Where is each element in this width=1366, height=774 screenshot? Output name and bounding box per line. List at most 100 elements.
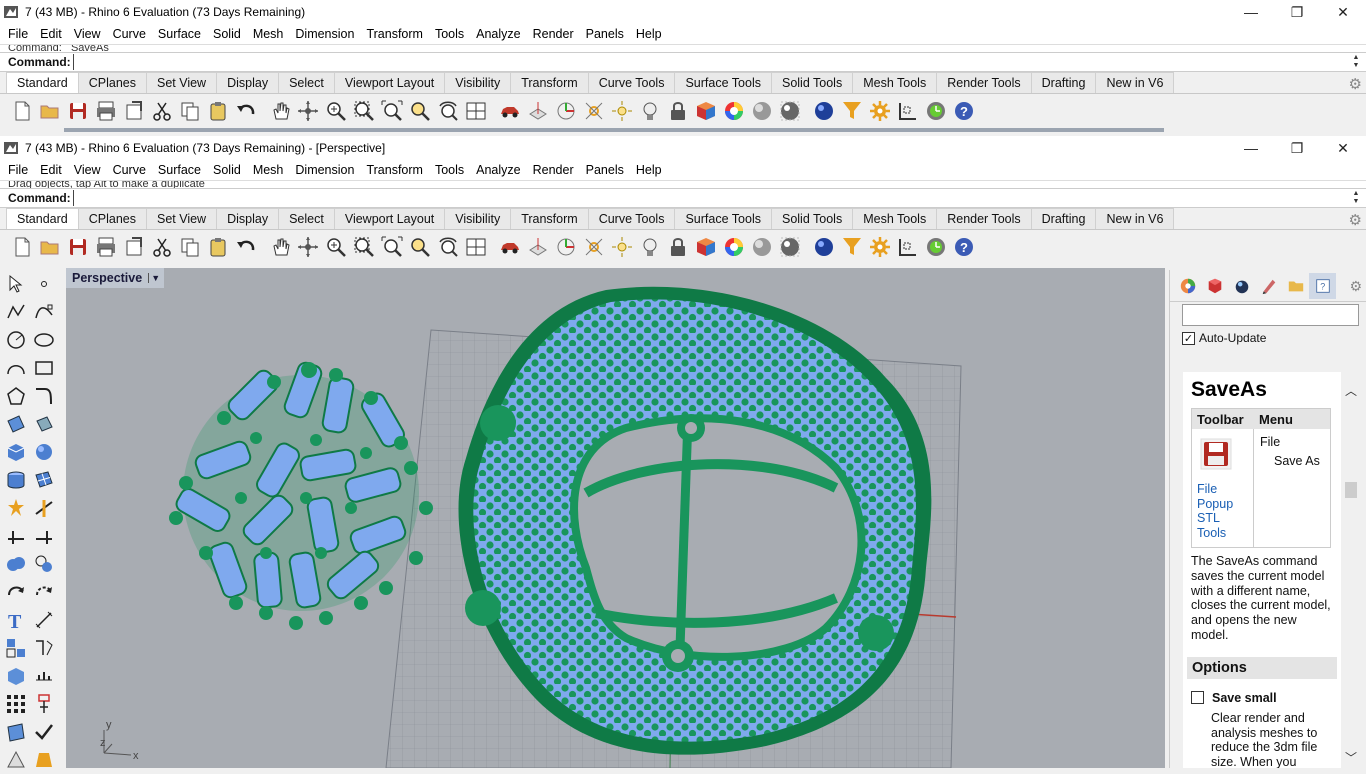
restore-button[interactable]: ❐ [1274,136,1320,160]
tab-drafting[interactable]: Drafting [1030,208,1097,229]
polygon-icon[interactable] [2,382,30,410]
tab-select[interactable]: Select [278,72,335,93]
osnap-icon[interactable] [580,233,608,261]
toggle-cplane-icon[interactable] [524,233,552,261]
toolbar-link-popup[interactable]: Popup [1197,497,1248,512]
menu-help[interactable]: Help [630,163,668,177]
point-light-icon[interactable] [608,97,636,125]
shaded-sphere-icon[interactable] [748,97,776,125]
import-icon[interactable] [120,233,148,261]
tab-standard[interactable]: Standard [6,208,79,229]
zoom-selected-icon[interactable] [406,233,434,261]
close-button[interactable]: ✕ [1320,0,1366,24]
car-render-icon[interactable] [496,97,524,125]
rectangle-icon[interactable] [30,354,58,382]
copy-icon[interactable] [176,233,204,261]
viewport-title-tab[interactable]: Perspective ▼ [66,268,165,288]
menu-edit[interactable]: Edit [34,27,68,41]
cut-icon[interactable] [148,97,176,125]
pen-tab-icon[interactable] [1255,273,1282,299]
menu-surface[interactable]: Surface [152,163,207,177]
extrude-icon[interactable] [30,410,58,438]
boolean-union-icon[interactable] [2,550,30,578]
rotate-3d-icon[interactable] [30,578,58,606]
four-viewports-icon[interactable] [462,97,490,125]
command-input[interactable] [72,190,1343,206]
tab-solid-tools[interactable]: Solid Tools [770,72,854,93]
copy-icon[interactable] [176,97,204,125]
paste-icon[interactable] [204,233,232,261]
join-icon[interactable] [30,522,58,550]
rotate-camera-icon[interactable] [434,97,462,125]
text-icon[interactable]: T [2,606,30,634]
rotate-view-icon[interactable] [294,233,322,261]
command-input[interactable] [72,54,1343,70]
menu-curve[interactable]: Curve [107,27,152,41]
box-icon[interactable] [2,438,30,466]
scroll-thumb[interactable] [1345,482,1357,498]
light-icon[interactable] [30,746,58,774]
box-edit-icon[interactable] [2,662,30,690]
menu-tools[interactable]: Tools [429,163,470,177]
tab-transform[interactable]: Transform [510,208,589,229]
mesh-icon[interactable] [30,466,58,494]
close-button[interactable]: ✕ [1320,136,1366,160]
select-arrow-icon[interactable] [2,270,30,298]
history-icon[interactable] [2,746,30,774]
toolbar-gear-icon[interactable]: ⚙ [1349,211,1362,229]
menu-transform[interactable]: Transform [360,163,429,177]
tab-set-view[interactable]: Set View [145,208,218,229]
rendered-sphere-icon[interactable] [776,233,804,261]
menu-solid[interactable]: Solid [207,27,247,41]
menu-file[interactable]: File [2,27,34,41]
pan-icon[interactable] [266,97,294,125]
zoom-selected-icon[interactable] [406,97,434,125]
menu-analyze[interactable]: Analyze [470,163,526,177]
print-icon[interactable] [92,233,120,261]
bulb-icon[interactable] [636,97,664,125]
rotate-camera-icon[interactable] [434,233,462,261]
pan-icon[interactable] [266,233,294,261]
color-wheel-icon[interactable] [720,233,748,261]
new-file-icon[interactable] [8,97,36,125]
car-render-icon[interactable] [496,233,524,261]
tab-viewport-layout[interactable]: Viewport Layout [333,208,446,229]
menu-mesh[interactable]: Mesh [247,163,290,177]
circle-icon[interactable] [2,326,30,354]
undo-icon[interactable] [232,233,260,261]
cylinder-icon[interactable] [2,466,30,494]
toggle-cplane-icon[interactable] [524,97,552,125]
tab-transform[interactable]: Transform [510,72,589,93]
zoom-window-icon[interactable] [350,97,378,125]
undo-icon[interactable] [232,97,260,125]
rotate-icon[interactable] [2,578,30,606]
open-file-icon[interactable] [36,233,64,261]
gumball-icon[interactable] [552,97,580,125]
boolean-difference-icon[interactable] [30,550,58,578]
help-tab-icon[interactable]: ? [1309,272,1336,299]
help-icon[interactable]: ? [950,97,978,125]
menu-dimension[interactable]: Dimension [289,163,360,177]
menu-file[interactable]: File [2,163,34,177]
tab-render-tools[interactable]: Render Tools [936,72,1032,93]
zoom-dynamic-icon[interactable] [322,233,350,261]
named-views-icon[interactable] [30,690,58,718]
materials-icon[interactable] [692,97,720,125]
analyze-icon[interactable] [30,662,58,690]
tab-curve-tools[interactable]: Curve Tools [587,208,676,229]
zoom-extents-icon[interactable] [378,233,406,261]
scroll-down-icon[interactable]: ﹀ [1345,749,1357,766]
render-clock-icon[interactable] [922,233,950,261]
shaded-sphere-icon[interactable] [748,233,776,261]
point-light-icon[interactable] [608,233,636,261]
layout-icon[interactable] [894,97,922,125]
open-file-icon[interactable] [36,97,64,125]
menu-analyze[interactable]: Analyze [470,27,526,41]
checkbox-checked-icon[interactable]: ✓ [1182,331,1195,345]
panel-gear-icon[interactable]: ⚙ [1349,278,1362,295]
color-wheel-tab-icon[interactable] [1174,273,1201,299]
tab-visibility[interactable]: Visibility [444,208,512,229]
toolbar-link-file[interactable]: File [1197,482,1248,497]
dimension-icon[interactable] [30,606,58,634]
zoom-extents-icon[interactable] [378,97,406,125]
